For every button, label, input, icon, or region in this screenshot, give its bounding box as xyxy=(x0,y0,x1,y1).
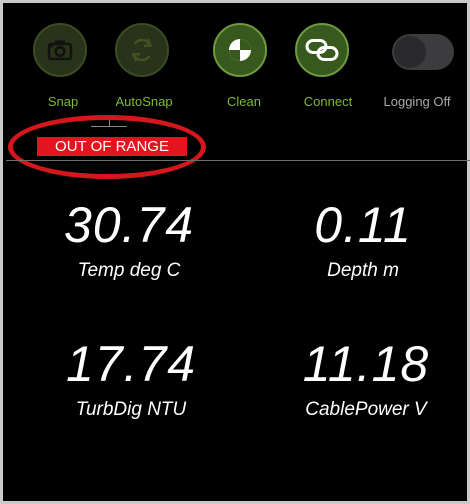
logging-toggle[interactable] xyxy=(392,34,454,70)
autosnap-button[interactable] xyxy=(115,23,169,77)
reading-label: CablePower V xyxy=(305,399,427,420)
connect-button[interactable] xyxy=(295,23,349,77)
reading-depth: 0.11 Depth m xyxy=(263,200,463,282)
link-icon xyxy=(305,39,339,61)
snap-button[interactable] xyxy=(33,23,87,77)
highlight-circle xyxy=(8,115,206,179)
logging-label: Logging Off xyxy=(383,94,451,109)
reading-label: Depth m xyxy=(327,260,399,281)
divider xyxy=(6,160,470,161)
autosnap-label: AutoSnap xyxy=(115,94,173,109)
reading-turbidity: 17.74 TurbDig NTU xyxy=(31,339,231,421)
reading-cable-power: 11.18 CablePower V xyxy=(266,339,466,421)
reading-value: 0.11 xyxy=(314,197,412,253)
clean-icon xyxy=(229,39,251,61)
app-screen: Snap AutoSnap Clean Connect Logging Off xyxy=(0,0,470,504)
clean-button[interactable] xyxy=(213,23,267,77)
reading-temp: 30.74 Temp deg C xyxy=(29,200,229,282)
reading-value: 11.18 xyxy=(302,336,430,392)
camera-icon xyxy=(47,40,73,61)
refresh-icon xyxy=(131,38,153,62)
clean-label: Clean xyxy=(227,94,261,109)
reading-label: TurbDig NTU xyxy=(75,399,187,420)
reading-value: 17.74 xyxy=(65,336,197,392)
connect-label: Connect xyxy=(303,94,353,109)
toggle-knob xyxy=(394,36,426,68)
reading-label: Temp deg C xyxy=(77,260,181,281)
snap-label: Snap xyxy=(47,94,79,109)
reading-value: 30.74 xyxy=(63,197,195,253)
